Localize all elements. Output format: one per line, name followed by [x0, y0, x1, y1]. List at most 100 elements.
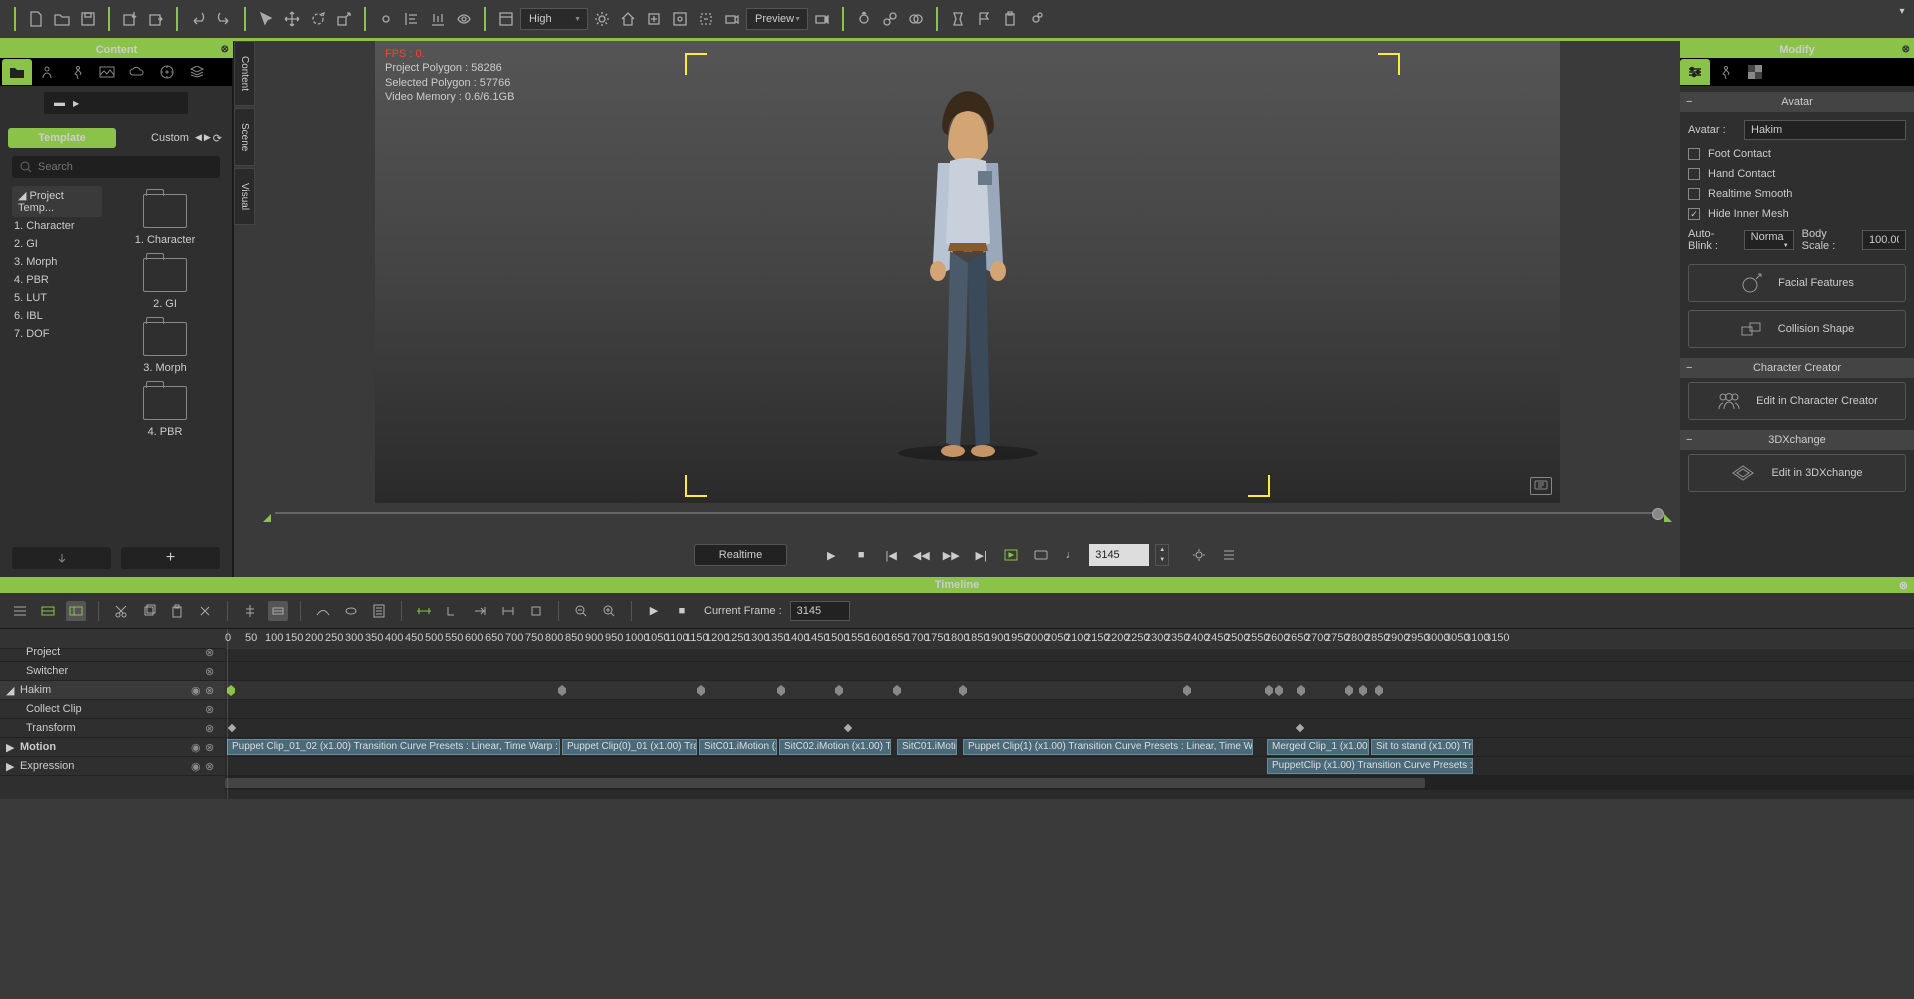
- marker-icon[interactable]: [946, 7, 970, 31]
- folder-item[interactable]: 3. Morph: [143, 322, 187, 374]
- quality-select[interactable]: High: [520, 8, 588, 30]
- track-project[interactable]: Project⊗: [0, 643, 225, 662]
- collision-shape-button[interactable]: Collision Shape: [1688, 310, 1906, 348]
- tl-snap-icon[interactable]: [268, 601, 288, 621]
- character-avatar[interactable]: [878, 63, 1058, 463]
- section-avatar[interactable]: −Avatar: [1680, 92, 1914, 112]
- side-tab-visual[interactable]: Visual: [234, 168, 255, 225]
- tree-item[interactable]: 2. GI: [12, 235, 102, 253]
- go-start-icon[interactable]: |◀: [879, 543, 903, 567]
- constraint-icon[interactable]: [878, 7, 902, 31]
- breadcrumb[interactable]: ▬ ▶: [44, 92, 188, 114]
- section-cc[interactable]: −Character Creator: [1680, 358, 1914, 378]
- collision-icon[interactable]: [904, 7, 928, 31]
- redo-icon[interactable]: [212, 7, 236, 31]
- undo-icon[interactable]: [186, 7, 210, 31]
- motion-clip[interactable]: SitC02.iMotion (x1.00) Tra: [779, 739, 891, 755]
- frame-sel-icon[interactable]: [694, 7, 718, 31]
- save-file-icon[interactable]: [76, 7, 100, 31]
- import-icon[interactable]: [118, 7, 142, 31]
- playback-mode[interactable]: Realtime: [694, 544, 787, 566]
- motion-clip[interactable]: Puppet Clip(1) (x1.00) Transition Curve …: [963, 739, 1253, 755]
- modify-tab-motion-icon[interactable]: [1710, 59, 1740, 85]
- content-footer-add[interactable]: +: [121, 547, 220, 569]
- transport-settings-icon[interactable]: [1187, 543, 1211, 567]
- tl-cut-icon[interactable]: [111, 601, 131, 621]
- tree-item[interactable]: 4. PBR: [12, 271, 102, 289]
- edit-3dx-button[interactable]: Edit in 3DXchange: [1688, 454, 1906, 492]
- tl-zoomin-icon[interactable]: [599, 601, 619, 621]
- tl-range-icon[interactable]: [414, 601, 434, 621]
- motion-clip[interactable]: SitC01.iMotion (x1: [699, 739, 777, 755]
- motion-clip[interactable]: Sit to stand (x1.00) Tr: [1371, 739, 1473, 755]
- stop-icon[interactable]: ■: [849, 543, 873, 567]
- nav-fwd-icon[interactable]: ▶: [204, 132, 211, 145]
- track-motion[interactable]: ▶Motion◉⊗: [0, 738, 225, 757]
- tab-motion-icon[interactable]: [62, 59, 92, 85]
- open-file-icon[interactable]: [50, 7, 74, 31]
- motion-clip[interactable]: Merged Clip_1 (x1.00) Tr: [1267, 739, 1369, 755]
- tl-filter2-icon[interactable]: [66, 601, 86, 621]
- tl-filter1-icon[interactable]: [38, 601, 58, 621]
- motion-clip[interactable]: Puppet Clip(0)_01 (x1.00) Trans: [562, 739, 697, 755]
- tab-landscape-icon[interactable]: [92, 59, 122, 85]
- realtime-smooth-check[interactable]: Realtime Smooth: [1688, 188, 1906, 200]
- auto-blink-select[interactable]: Norma: [1744, 230, 1794, 250]
- tab-stack-icon[interactable]: [182, 59, 212, 85]
- tl-loop-icon[interactable]: [341, 601, 361, 621]
- section-3dx[interactable]: −3DXchange: [1680, 430, 1914, 450]
- close-modify-panel[interactable]: ⊗: [1902, 44, 1910, 55]
- zoom-fit-icon[interactable]: [642, 7, 666, 31]
- nav-back-icon[interactable]: ◀: [195, 132, 202, 145]
- layout-icon[interactable]: [494, 7, 518, 31]
- play-icon[interactable]: ▶: [819, 543, 843, 567]
- time-scrub[interactable]: [255, 503, 1680, 533]
- tl-stop-icon[interactable]: ■: [672, 601, 692, 621]
- zoom-all-icon[interactable]: [668, 7, 692, 31]
- tl-sheet-icon[interactable]: [369, 601, 389, 621]
- search-input[interactable]: [38, 161, 212, 173]
- render-mode-select[interactable]: Preview: [746, 8, 808, 30]
- hand-contact-check[interactable]: Hand Contact: [1688, 168, 1906, 180]
- hide-inner-mesh-check[interactable]: ✓Hide Inner Mesh: [1688, 208, 1906, 220]
- new-file-icon[interactable]: [24, 7, 48, 31]
- close-content-panel[interactable]: ⊗: [221, 44, 229, 55]
- facial-features-button[interactable]: Facial Features: [1688, 264, 1906, 302]
- tl-markout-icon[interactable]: [470, 601, 490, 621]
- move-tool-icon[interactable]: [280, 7, 304, 31]
- step-fwd-icon[interactable]: ▶▶: [939, 543, 963, 567]
- audio-icon[interactable]: ♩: [1059, 543, 1083, 567]
- export-icon[interactable]: [144, 7, 168, 31]
- motion-clip[interactable]: SitC01.iMoti: [897, 739, 957, 755]
- expression-clip[interactable]: PuppetClip (x1.00) Transition Curve Pres…: [1267, 758, 1473, 774]
- clipboard-icon[interactable]: [998, 7, 1022, 31]
- record-icon[interactable]: [1029, 543, 1053, 567]
- folder-item[interactable]: 1. Character: [135, 194, 196, 246]
- camera-icon[interactable]: [810, 7, 834, 31]
- tree-item[interactable]: 5. LUT: [12, 289, 102, 307]
- tree-item[interactable]: 7. DOF: [12, 325, 102, 343]
- tab-media-icon[interactable]: [152, 59, 182, 85]
- tl-curve-icon[interactable]: [313, 601, 333, 621]
- tree-root[interactable]: ◢ Project Temp...: [12, 186, 102, 217]
- physics-icon[interactable]: [852, 7, 876, 31]
- link-tool-icon[interactable]: [374, 7, 398, 31]
- home-icon[interactable]: [616, 7, 640, 31]
- tab-folder-icon[interactable]: [2, 59, 32, 85]
- viewport-comment-icon[interactable]: [1530, 477, 1552, 495]
- side-tab-scene[interactable]: Scene: [234, 108, 255, 166]
- folder-item[interactable]: 2. GI: [143, 258, 187, 310]
- edit-cc-button[interactable]: Edit in Character Creator: [1688, 382, 1906, 420]
- settings-icon[interactable]: [1024, 7, 1048, 31]
- frame-input[interactable]: [1089, 544, 1149, 566]
- avatar-name-input[interactable]: [1744, 120, 1906, 140]
- foot-contact-check[interactable]: Foot Contact: [1688, 148, 1906, 160]
- current-frame-input[interactable]: [790, 601, 850, 621]
- light-icon[interactable]: [590, 7, 614, 31]
- side-tab-content[interactable]: Content: [234, 41, 255, 106]
- timeline-min-icon[interactable]: ▾: [1894, 3, 1910, 19]
- go-end-icon[interactable]: ▶|: [969, 543, 993, 567]
- modify-tab-material-icon[interactable]: [1740, 59, 1770, 85]
- track-expression[interactable]: ▶Expression◉⊗: [0, 757, 225, 776]
- viewport-3d[interactable]: FPS : 0. Project Polygon : 58286 Selecte…: [375, 41, 1560, 503]
